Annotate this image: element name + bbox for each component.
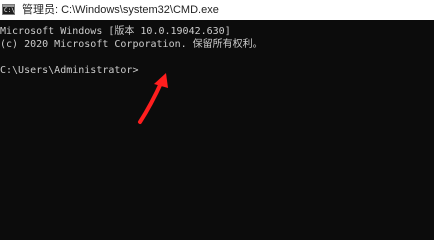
console-icon: C:\ [2,4,15,15]
red-arrow-icon [138,73,168,124]
console-area[interactable]: Microsoft Windows [版本 10.0.19042.630] (c… [0,20,434,215]
console-line-version: Microsoft Windows [版本 10.0.19042.630] [0,26,231,37]
cmd-window: C:\ 管理员: C:\Windows\system32\CMD.exe Mic… [0,0,434,215]
title-bar[interactable]: C:\ 管理员: C:\Windows\system32\CMD.exe [0,0,434,20]
console-line-copyright: (c) 2020 Microsoft Corporation. 保留所有权利。 [0,39,263,50]
command-prompt[interactable]: C:\Users\Administrator> [0,64,138,77]
window-title: 管理员: C:\Windows\system32\CMD.exe [22,4,219,16]
console-icon-label: C:\ [4,7,15,14]
